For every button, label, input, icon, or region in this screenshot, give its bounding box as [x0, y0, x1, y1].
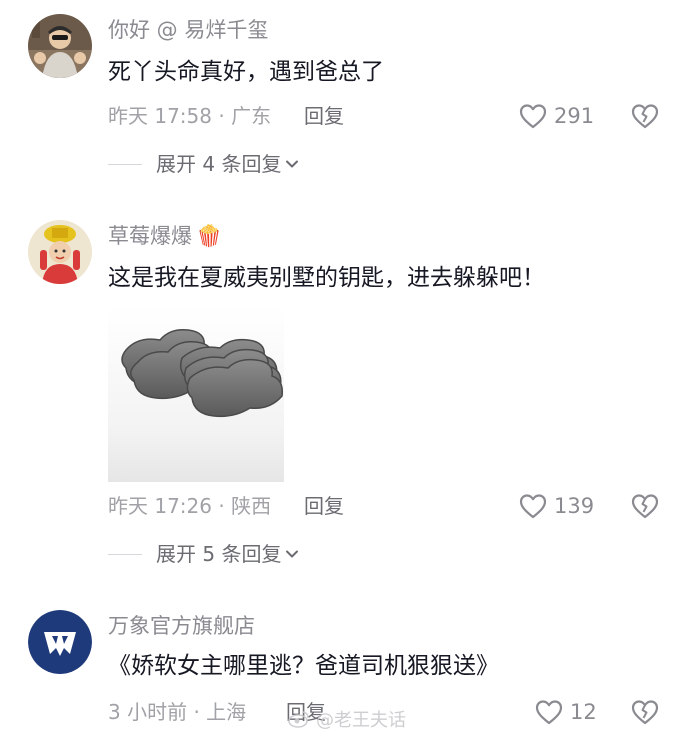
comment-username[interactable]: 草莓爆爆 🍿 — [108, 222, 222, 250]
broken-heart-icon — [631, 700, 659, 725]
comment-2: 草莓爆爆 🍿 这是我在夏威夷别墅的钥匙，进去躲躲吧！ 昨天 17:26 · 陕西 … — [0, 206, 690, 586]
comment-1: 你好 @ 易烊千玺 死丫头命真好，遇到爸总了 昨天 17:58 · 广东 回复 … — [0, 0, 690, 200]
like-button[interactable]: 291 — [518, 102, 594, 130]
comment-time-location: 3 小时前 · 上海 — [108, 700, 247, 724]
avatar[interactable] — [28, 14, 92, 78]
like-count: 139 — [554, 494, 595, 518]
comment-username[interactable]: 万象官方旗舰店 — [108, 612, 255, 640]
dislike-button[interactable] — [630, 698, 660, 726]
broken-heart-icon — [631, 104, 659, 129]
avatar[interactable] — [28, 220, 92, 284]
expand-replies-label: 展开 4 条回复 — [156, 152, 282, 176]
avatar-image — [28, 220, 92, 284]
expand-replies-button[interactable]: 展开 5 条回复 — [108, 540, 299, 568]
like-count: 12 — [570, 700, 597, 724]
popcorn-icon: 🍿 — [196, 224, 223, 248]
chevron-down-icon — [286, 160, 299, 168]
avatar[interactable] — [28, 610, 92, 674]
like-button[interactable]: 139 — [518, 492, 594, 520]
heart-outline-icon — [519, 104, 547, 129]
chevron-down-icon — [286, 550, 299, 558]
avatar-image — [28, 14, 92, 78]
comment-time-location: 昨天 17:26 · 陕西 — [108, 494, 272, 518]
expand-replies-label: 展开 5 条回复 — [156, 542, 282, 566]
weibo-logo-icon — [288, 711, 309, 728]
heart-outline-icon — [535, 700, 563, 725]
like-button[interactable]: 12 — [534, 698, 597, 726]
watermark-text: @老王夫话 — [316, 710, 406, 731]
watermark: @老王夫话 — [288, 706, 406, 732]
reply-button[interactable]: 回复 — [304, 492, 344, 520]
dislike-button[interactable] — [630, 492, 660, 520]
comment-time-location: 昨天 17:58 · 广东 — [108, 104, 272, 128]
key-plates-image — [121, 328, 284, 418]
dislike-button[interactable] — [630, 102, 660, 130]
broken-heart-icon — [631, 494, 659, 519]
heart-outline-icon — [519, 494, 547, 519]
comment-username-text: 草莓爆爆 — [108, 224, 192, 248]
reply-button[interactable]: 回复 — [304, 102, 344, 130]
comment-image[interactable] — [108, 306, 284, 482]
comment-username[interactable]: 你好 @ 易烊千玺 — [108, 16, 268, 44]
like-count: 291 — [554, 104, 595, 128]
comment-text: 《娇软女主哪里逃？爸道司机狠狠送》 — [108, 653, 499, 679]
expand-replies-button[interactable]: 展开 4 条回复 — [108, 150, 299, 178]
comment-text: 死丫头命真好，遇到爸总了 — [108, 59, 384, 85]
comment-text: 这是我在夏威夷别墅的钥匙，进去躲躲吧！ — [108, 265, 545, 291]
brand-logo-icon — [28, 610, 92, 674]
expand-divider — [108, 553, 142, 555]
expand-divider — [108, 163, 142, 165]
